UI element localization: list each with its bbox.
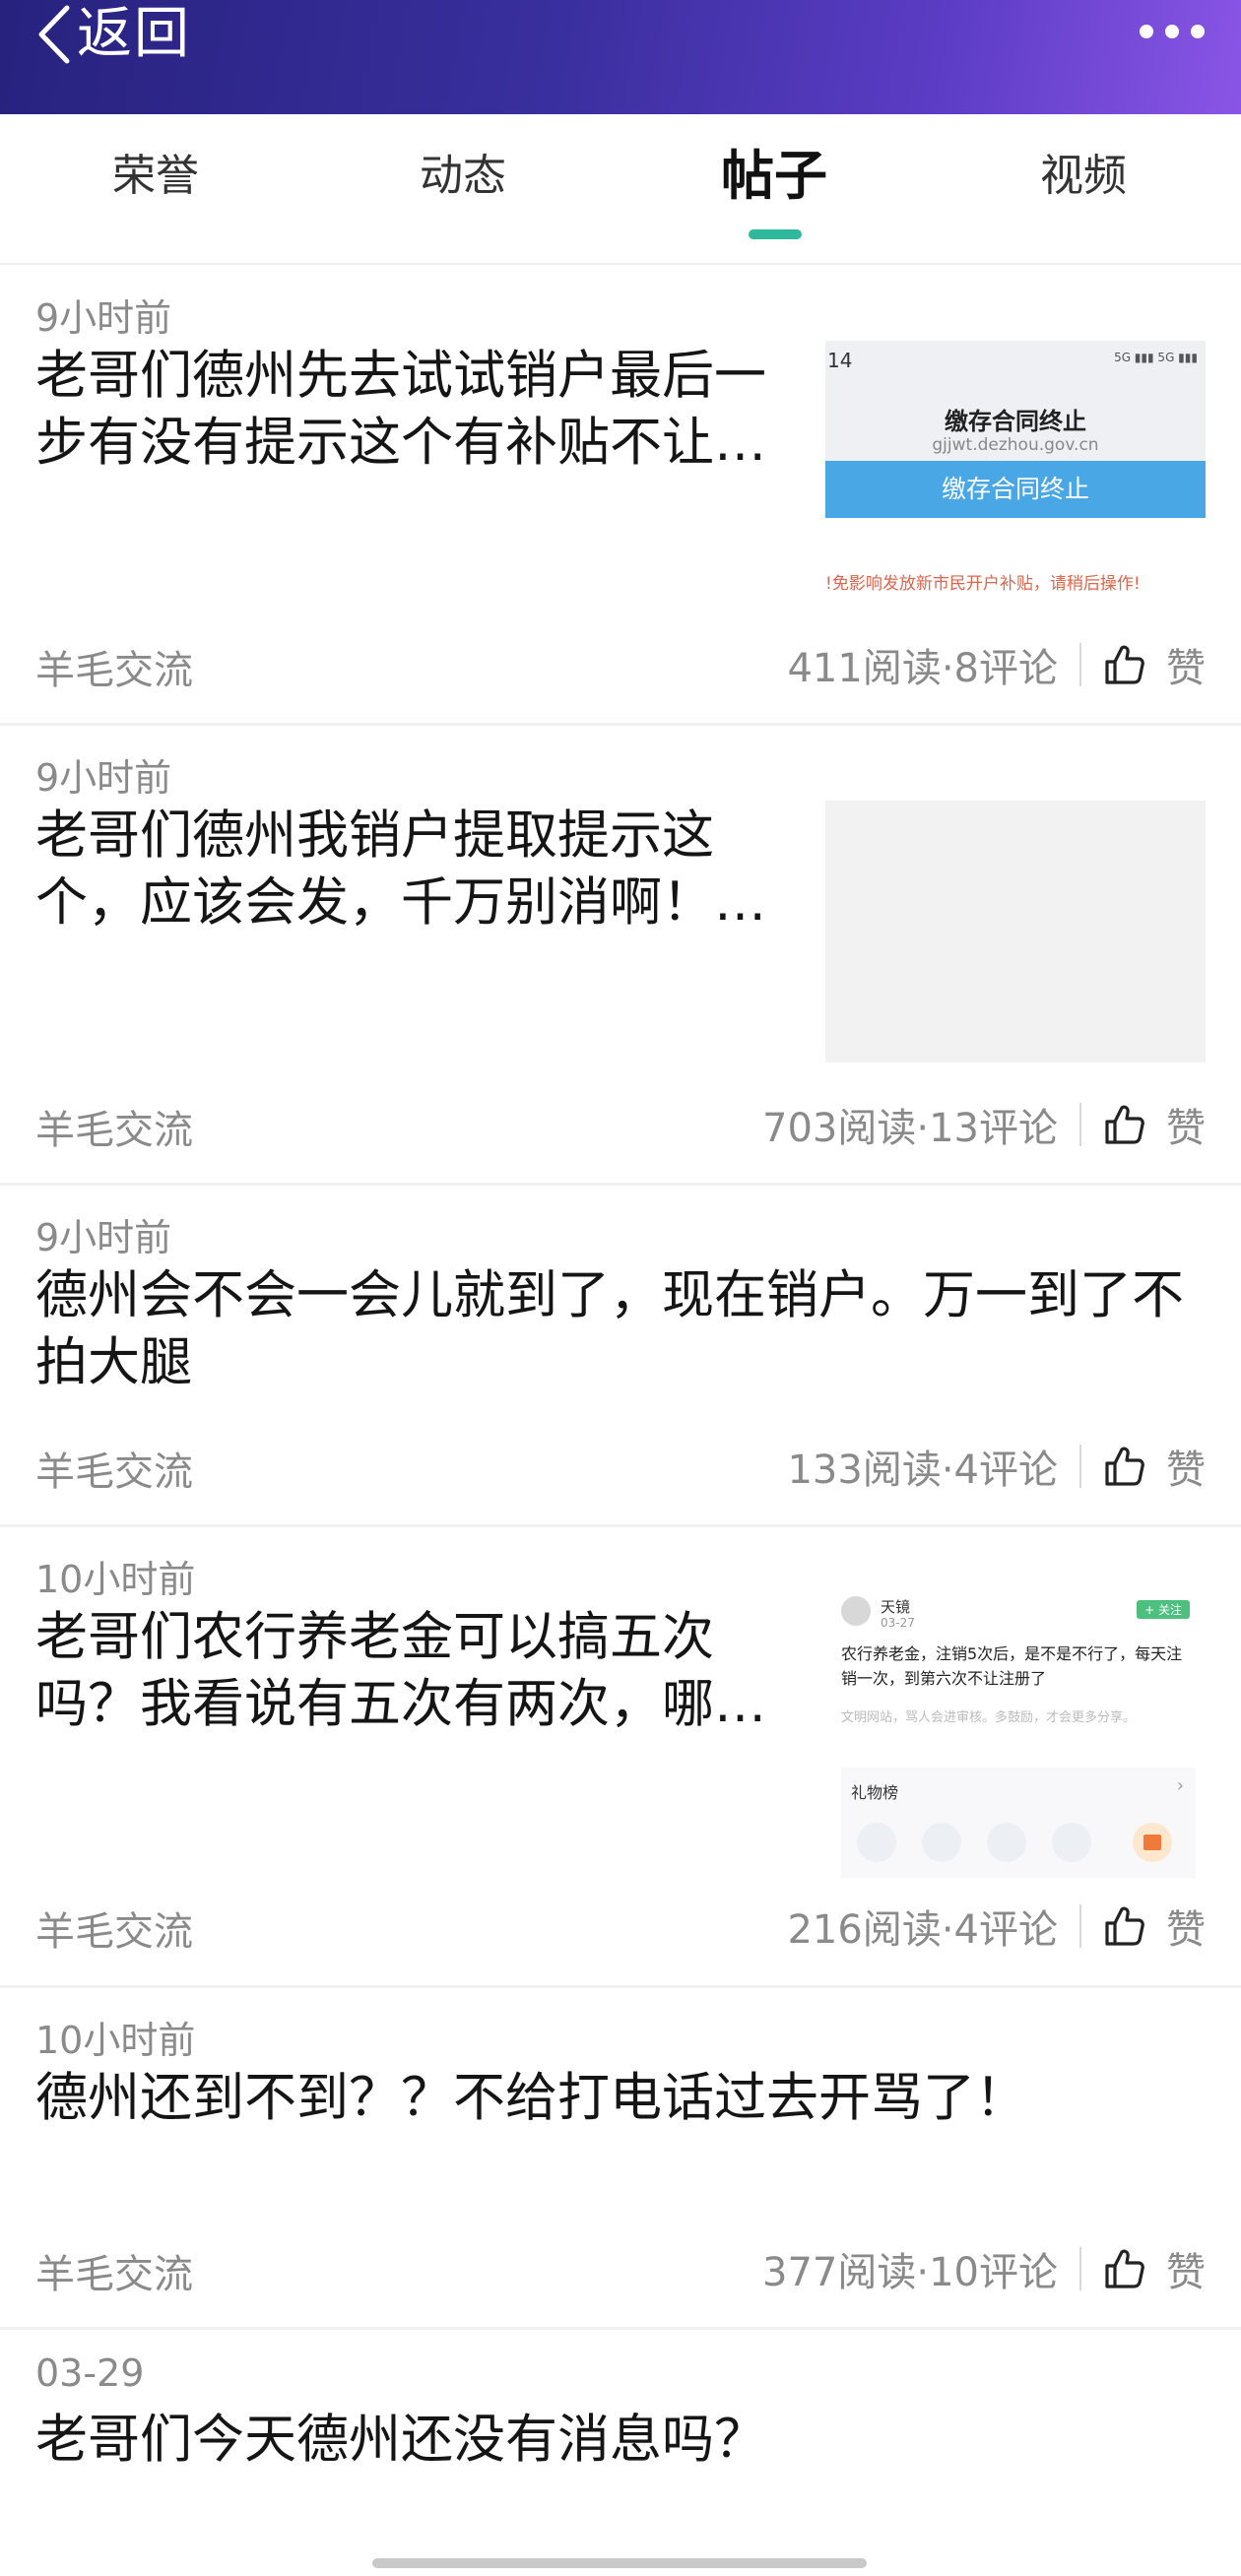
thumbnail-signal-icon: 5G ▮▮▮ 5G ▮▮▮ [1114,351,1198,364]
post-time: 9小时前 [35,756,172,800]
thumbs-up-icon[interactable] [1103,1445,1146,1488]
divider [1079,2247,1081,2290]
thumbnail-follow: + 关注 [1137,1600,1190,1619]
like-label[interactable]: 赞 [1166,1898,1206,1955]
thumbnail-gift-panel: 礼物榜 › [841,1768,1196,1878]
tab-posts[interactable]: 帖子 [676,142,873,211]
active-tab-indicator [749,229,802,239]
home-indicator[interactable] [372,2558,867,2568]
post-meta: 133阅读·4评论 赞 [787,1438,1206,1495]
post-title[interactable]: 老哥们德州我销户提取提示这个，应该会发，千万别消啊！… [35,803,814,936]
post-forum[interactable]: 羊毛交流 [35,1098,193,1155]
post-stats: 216阅读·4评论 [787,1907,1058,1953]
gift-icon [1133,1823,1172,1862]
thumbnail-button: 缴存合同终止 [825,461,1206,518]
tab-bar: 荣誉 动态 帖子 视频 [0,114,1241,264]
thumbnail-domain: gjjwt.dezhou.gov.cn [932,435,1099,455]
like-label[interactable]: 赞 [1166,1438,1206,1495]
thumbnail-warning: !免影响发放新市民开户补贴，请稍后操作! [825,574,1141,594]
post-title[interactable]: 德州会不会一会儿就到了，现在销户。万一到了不拍大腿 [35,1262,1208,1396]
post-time: 10小时前 [35,2019,196,2062]
thumbs-up-icon[interactable] [1103,2247,1146,2290]
top-bar: 返回 [0,0,1241,114]
post-thumbnail[interactable] [825,801,1206,1063]
post-stats: 133阅读·4评论 [787,1448,1058,1493]
post-item[interactable]: 03-29 老哥们今天德州还没有消息吗？ [0,2330,1241,2576]
post-item[interactable]: 10小时前 老哥们农行养老金可以搞五次吗？我看说有五次有两次，哪… 天镜 03-… [0,1527,1241,1986]
post-meta: 411阅读·8评论 赞 [787,636,1206,693]
chevron-left-icon [38,5,70,64]
divider [1079,1445,1081,1488]
thumbnail-body: 农行养老金，注销5次后，是不是不行了，每天注销一次，到第六次不让注册了 [841,1644,1183,1688]
post-item[interactable]: 9小时前 老哥们德州我销户提取提示这个，应该会发，千万别消啊！… 羊毛交流 70… [0,726,1241,1185]
thumbnail-user: 天镜 [881,1598,911,1616]
back-button[interactable]: 返回 [33,0,191,69]
post-time: 03-29 [35,2351,145,2395]
thumbnail-status-time: 14 [827,349,853,372]
divider [1079,1103,1081,1146]
post-stats: 703阅读·13评论 [762,1106,1058,1151]
post-meta: 216阅读·4评论 赞 [787,1898,1206,1955]
post-forum[interactable]: 羊毛交流 [35,1440,193,1497]
thumbs-up-icon[interactable] [1103,643,1146,686]
thumbs-up-icon[interactable] [1103,1904,1146,1948]
post-thumbnail[interactable]: 14 5G ▮▮▮ 5G ▮▮▮ 缴存合同终止 gjjwt.dezhou.gov… [825,341,1206,603]
avatar [841,1596,871,1626]
post-thumbnail[interactable]: 天镜 03-27 + 关注 农行养老金，注销5次后，是不是不行了，每天注销一次，… [825,1596,1206,1878]
placeholder-avatar-icon [922,1823,961,1862]
tab-activity[interactable]: 动态 [364,142,561,211]
post-forum[interactable]: 羊毛交流 [35,1900,193,1957]
post-item[interactable]: 9小时前 德州会不会一会儿就到了，现在销户。万一到了不拍大腿 羊毛交流 133阅… [0,1186,1241,1526]
tab-videos[interactable]: 视频 [985,142,1182,211]
post-meta: 703阅读·13评论 赞 [762,1096,1206,1153]
post-title[interactable]: 老哥们农行养老金可以搞五次吗？我看说有五次有两次，哪… [35,1604,814,1738]
post-meta: 377阅读·10评论 赞 [762,2240,1206,2297]
like-label[interactable]: 赞 [1166,1096,1206,1153]
placeholder-avatar-icon [857,1823,896,1862]
post-title[interactable]: 老哥们今天德州还没有消息吗？ [35,2407,1208,2474]
divider [1079,643,1081,686]
placeholder-avatar-icon [1052,1823,1091,1862]
post-item[interactable]: 10小时前 德州还到不到？？不给打电话过去开骂了！ 羊毛交流 377阅读·10评… [0,1988,1241,2329]
divider [1079,1904,1081,1948]
post-stats: 411阅读·8评论 [787,646,1058,691]
more-dots-icon[interactable] [1137,20,1208,43]
post-forum[interactable]: 羊毛交流 [35,638,193,695]
post-forum[interactable]: 羊毛交流 [35,2242,193,2299]
post-time: 9小时前 [35,296,172,340]
thumbnail-date: 03-27 [881,1616,915,1630]
post-time: 9小时前 [35,1216,172,1259]
post-item[interactable]: 9小时前 老哥们德州先去试试销户最后一步有没有提示这个有补贴不让… 14 5G … [0,266,1241,725]
chevron-right-icon: › [1176,1775,1184,1796]
placeholder-avatar-icon [987,1823,1026,1862]
back-label: 返回 [77,2,191,66]
like-label[interactable]: 赞 [1166,2240,1206,2297]
thumbnail-gift-label: 礼物榜 [851,1783,899,1802]
thumbs-up-icon[interactable] [1103,1103,1146,1146]
post-title[interactable]: 老哥们德州先去试试销户最后一步有没有提示这个有补贴不让… [35,343,814,477]
post-stats: 377阅读·10评论 [762,2250,1058,2295]
like-label[interactable]: 赞 [1166,636,1206,693]
post-title[interactable]: 德州还到不到？？不给打电话过去开骂了！ [35,2065,1208,2132]
divider [0,263,1241,265]
thumbnail-heading: 缴存合同终止 [945,408,1086,435]
thumbnail-hint: 文明网站，骂人会进审核。多鼓励，才会更多分享。 [841,1710,1137,1725]
post-time: 10小时前 [35,1558,196,1601]
tab-honor[interactable]: 荣誉 [57,142,254,211]
